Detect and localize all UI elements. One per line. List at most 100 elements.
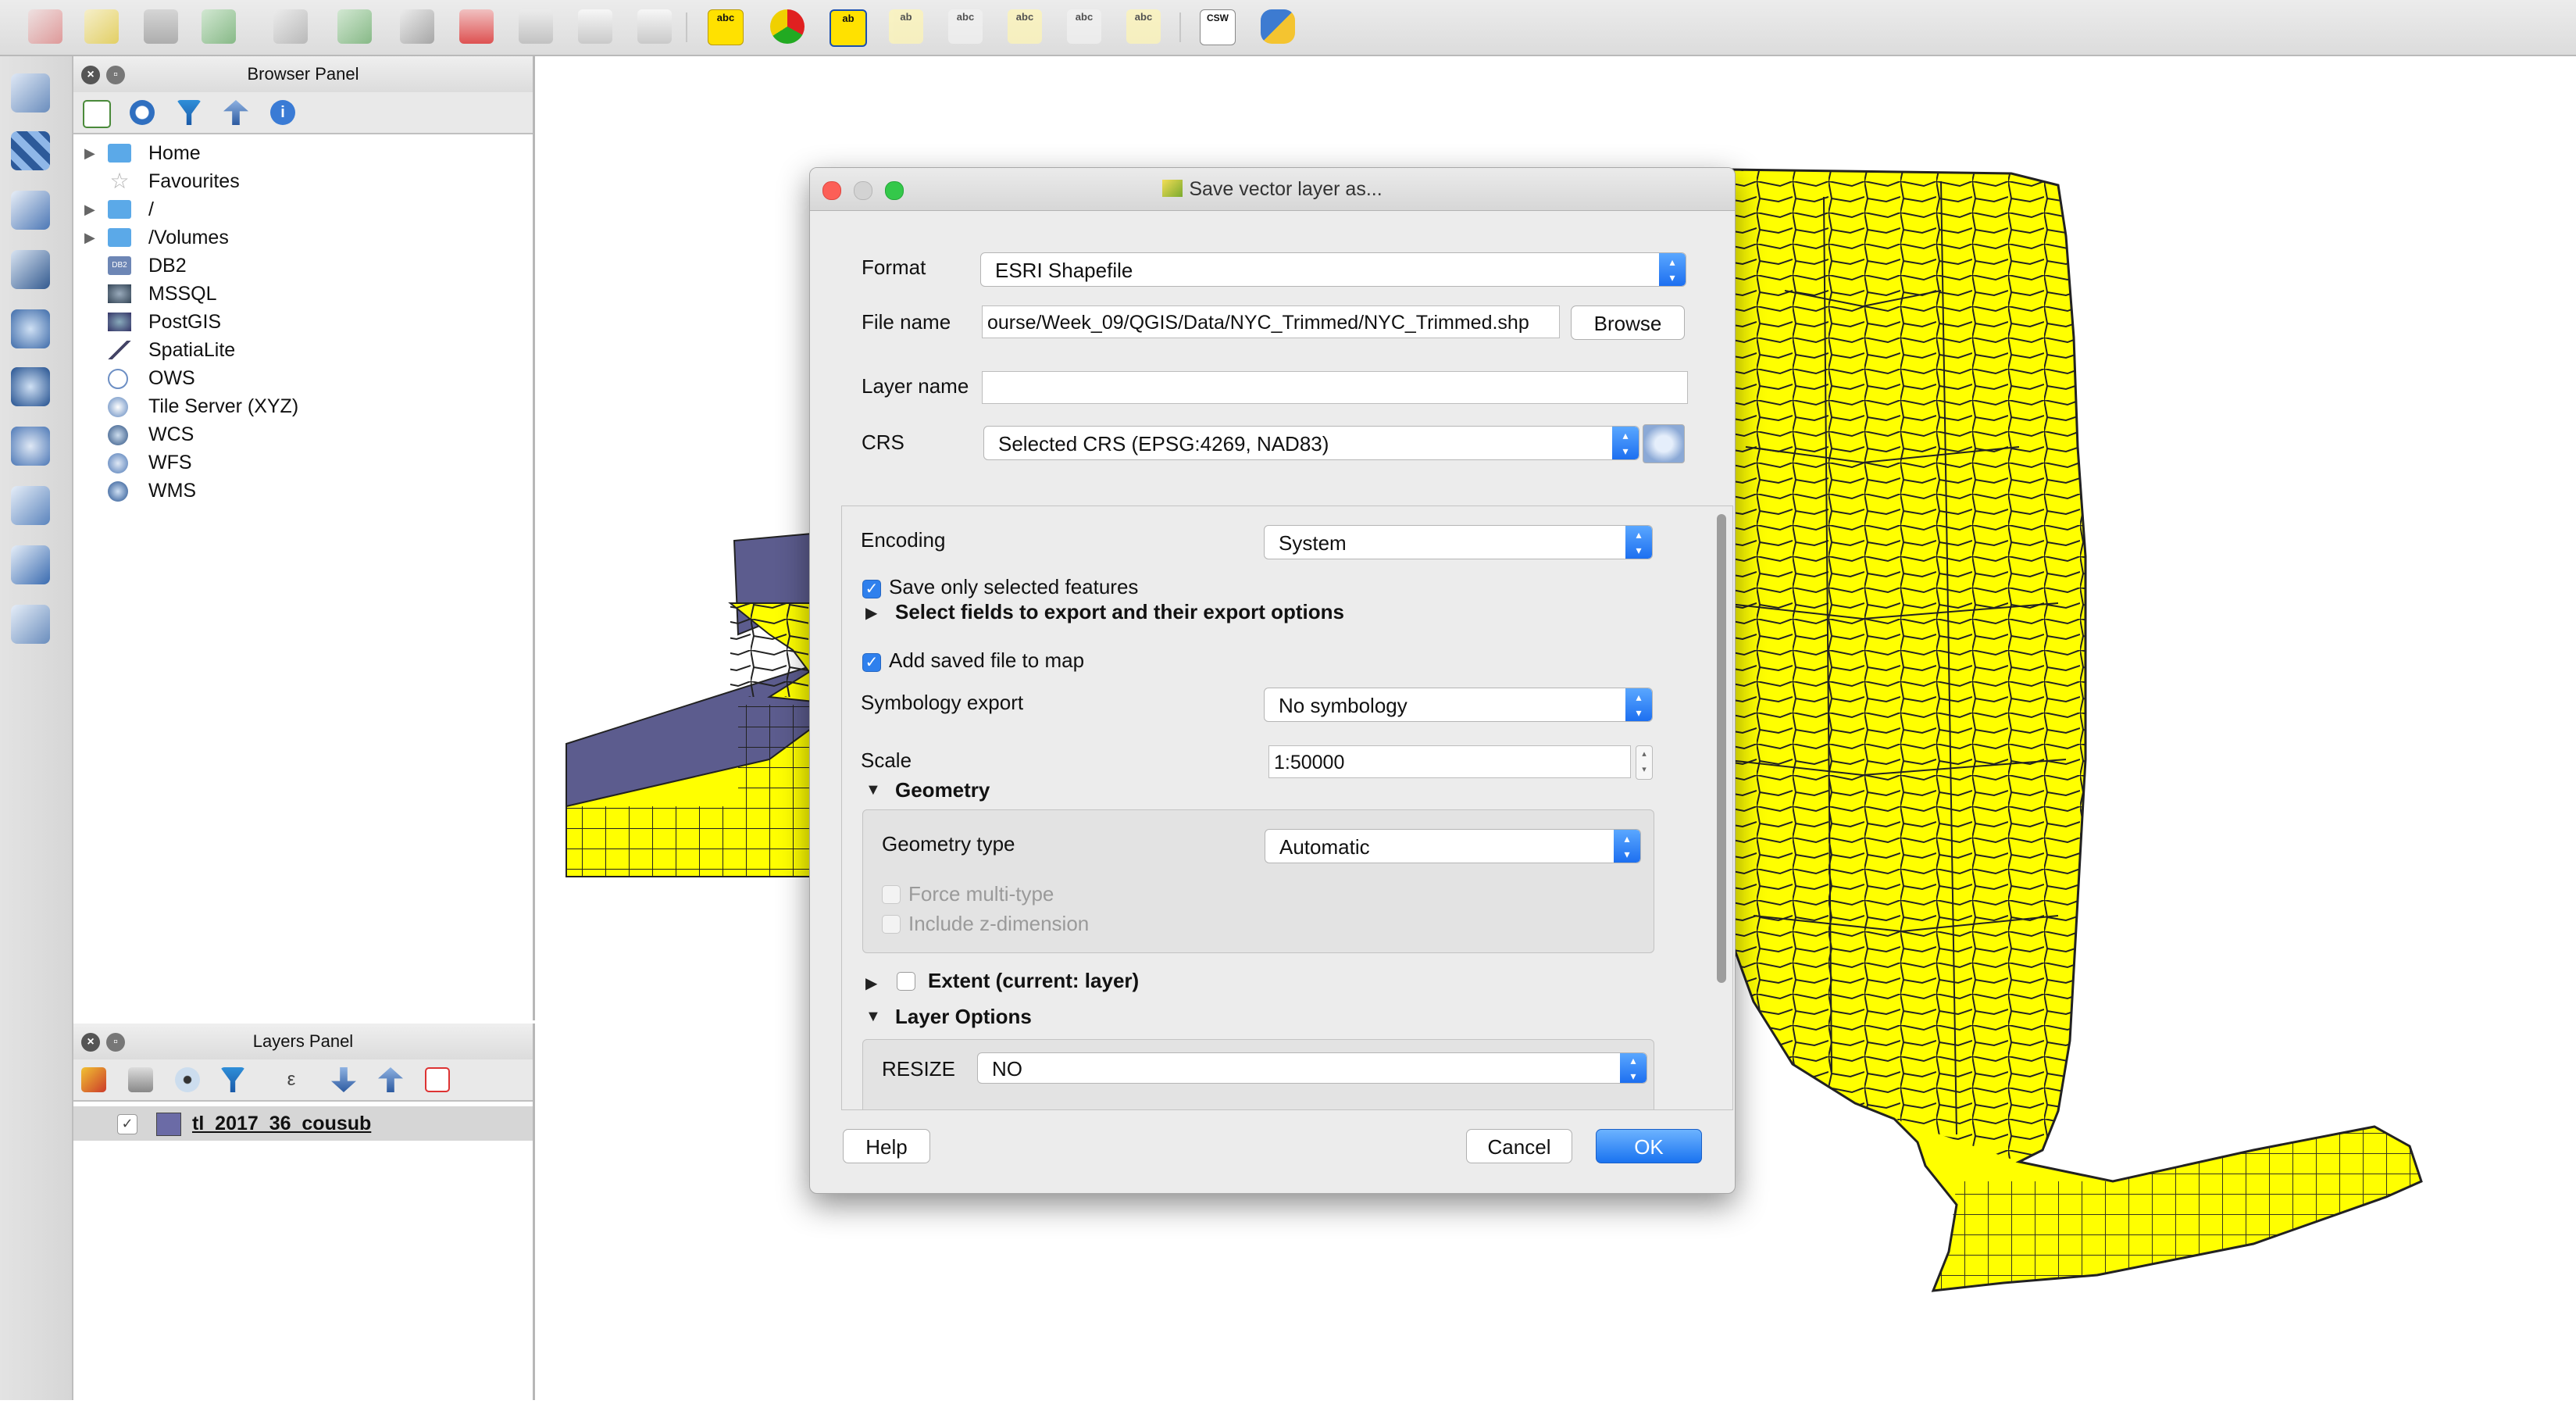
info-icon[interactable]: i (270, 100, 295, 125)
extent-checkbox[interactable] (897, 972, 915, 991)
vertex-tool-icon[interactable] (400, 9, 434, 44)
refresh-icon[interactable] (130, 100, 155, 125)
add-raster-layer-icon[interactable] (11, 131, 50, 170)
close-panel-icon[interactable]: × (81, 1033, 100, 1052)
layers-panel: × ▫ Layers Panel ε ✓ tl_2017_36_cousub (73, 1024, 535, 1400)
filename-input[interactable]: ourse/Week_09/QGIS/Data/NYC_Trimmed/NYC_… (982, 305, 1560, 338)
layer-options-section[interactable]: Layer Options (895, 1005, 1032, 1029)
include-z-checkbox[interactable] (882, 915, 901, 934)
cut-features-icon[interactable] (519, 9, 553, 44)
add-wms-layer-icon[interactable] (11, 367, 50, 406)
close-window-button[interactable] (822, 181, 841, 200)
expand-arrow-icon[interactable]: ▶ (84, 139, 95, 167)
pin-labels-icon[interactable]: ab (889, 9, 923, 44)
ok-button[interactable]: OK (1596, 1129, 1702, 1163)
filter-expression-icon[interactable]: ε (273, 1067, 309, 1092)
force-multi-checkbox[interactable] (882, 885, 901, 904)
collapse-all-icon[interactable] (223, 100, 248, 125)
expand-arrow-icon[interactable]: ▶ (84, 223, 95, 252)
save-layer-edits-icon[interactable] (144, 9, 178, 44)
save-selected-label: Save only selected features (889, 575, 1139, 598)
add-virtual-layer-icon[interactable] (11, 545, 50, 584)
expand-arrow-icon[interactable]: ▶ (84, 195, 95, 223)
add-selected-layers-icon[interactable] (83, 100, 111, 128)
collapse-arrow-icon[interactable]: ▶ (865, 603, 877, 623)
collapse-all-icon[interactable] (378, 1067, 403, 1092)
scale-input[interactable]: 1:50000 (1268, 745, 1631, 778)
symbology-select[interactable]: No symbology ▴ ▾ (1264, 688, 1653, 722)
move-feature-icon[interactable] (337, 9, 372, 44)
add-vector-layer-icon[interactable] (11, 73, 50, 113)
diagram-icon[interactable] (770, 9, 805, 44)
tree-item-label: DB2 (148, 255, 187, 277)
extent-section[interactable]: Extent (current: layer) (928, 969, 1139, 993)
collapse-arrow-icon[interactable]: ▶ (865, 974, 877, 993)
delete-selected-icon[interactable] (459, 9, 494, 44)
filter-icon[interactable] (177, 100, 202, 125)
layer-row[interactable]: ✓ tl_2017_36_cousub (73, 1106, 533, 1141)
filter-legend-icon[interactable] (220, 1067, 245, 1092)
paste-features-icon[interactable] (637, 9, 672, 44)
geometry-type-select[interactable]: Automatic ▴ ▾ (1265, 829, 1641, 863)
layer-visibility-checkbox[interactable]: ✓ (117, 1114, 137, 1134)
node-tool-icon[interactable] (273, 9, 308, 44)
new-shapefile-layer-icon[interactable] (11, 605, 50, 644)
manage-visibility-icon[interactable] (175, 1067, 200, 1092)
add-to-map-checkbox[interactable]: ✓ (862, 653, 881, 672)
help-button[interactable]: Help (843, 1129, 930, 1163)
tree-item-label: MSSQL (148, 283, 217, 305)
add-postgis-layer-icon[interactable] (11, 250, 50, 289)
float-panel-icon[interactable]: ▫ (106, 1033, 125, 1052)
crs-select[interactable]: Selected CRS (EPSG:4269, NAD83) ▴ ▾ (983, 426, 1639, 460)
browse-button[interactable]: Browse (1571, 305, 1685, 340)
layername-input[interactable] (982, 371, 1688, 404)
select-crs-globe-icon[interactable] (1643, 424, 1685, 463)
dialog-titlebar: Save vector layer as... (810, 168, 1735, 211)
python-console-icon[interactable] (1261, 9, 1295, 44)
expand-all-icon[interactable] (331, 1067, 356, 1092)
encoding-select[interactable]: System ▴ ▾ (1264, 525, 1653, 559)
close-panel-icon[interactable]: × (81, 66, 100, 84)
float-panel-icon[interactable]: ▫ (106, 66, 125, 84)
toggle-editing-icon[interactable] (28, 9, 62, 44)
wcs-icon (108, 425, 128, 445)
browser-panel-header: × ▫ Browser Panel (73, 56, 533, 93)
remove-layer-icon[interactable] (425, 1067, 450, 1092)
copy-features-icon[interactable] (578, 9, 612, 44)
select-arrows-icon: ▴ ▾ (1659, 253, 1686, 286)
select-fields-section[interactable]: Select fields to export and their export… (895, 600, 1344, 624)
add-group-icon[interactable] (128, 1067, 153, 1092)
wfs-icon (108, 453, 128, 473)
show-hide-labels-icon[interactable]: abc (948, 9, 983, 44)
change-label-icon[interactable]: abc (1126, 9, 1161, 44)
csw-icon[interactable]: CSW (1200, 9, 1236, 45)
scale-spinner-icon[interactable]: ▴ ▾ (1636, 745, 1653, 780)
add-spatialite-layer-icon[interactable] (11, 309, 50, 348)
folder-icon (108, 228, 131, 247)
pencil-icon[interactable] (84, 9, 119, 44)
options-scroll-area[interactable]: Encoding System ▴ ▾ ✓ Save only selected … (841, 506, 1733, 1110)
symbology-value: No symbology (1279, 694, 1408, 717)
resize-select[interactable]: NO ▴ ▾ (977, 1052, 1647, 1084)
layers-toolbar (0, 56, 73, 1400)
geometry-section[interactable]: Geometry (895, 778, 990, 802)
scrollbar[interactable] (1717, 514, 1726, 983)
style-panel-icon[interactable] (81, 1067, 106, 1092)
add-delimited-text-icon[interactable] (11, 191, 50, 230)
label-tool-icon[interactable]: abc (708, 9, 744, 45)
expand-arrow-icon[interactable]: ▼ (865, 781, 881, 799)
add-wfs-layer-icon[interactable] (11, 486, 50, 525)
zoom-window-button[interactable] (885, 181, 904, 200)
minimize-window-button[interactable] (854, 181, 872, 200)
move-label-icon[interactable]: abc (1008, 9, 1042, 44)
save-vector-layer-dialog: Save vector layer as... Format ESRI Shap… (809, 167, 1736, 1194)
cancel-button[interactable]: Cancel (1466, 1129, 1572, 1163)
add-wcs-layer-icon[interactable] (11, 427, 50, 466)
add-polygon-icon[interactable] (202, 9, 236, 44)
highlight-pinned-labels-icon[interactable]: ab (830, 9, 867, 47)
layers-panel-header: × ▫ Layers Panel (73, 1024, 533, 1060)
expand-arrow-icon[interactable]: ▼ (865, 1008, 881, 1026)
rotate-label-icon[interactable]: abc (1067, 9, 1101, 44)
format-select[interactable]: ESRI Shapefile ▴ ▾ (980, 252, 1686, 287)
save-selected-checkbox[interactable]: ✓ (862, 580, 881, 598)
